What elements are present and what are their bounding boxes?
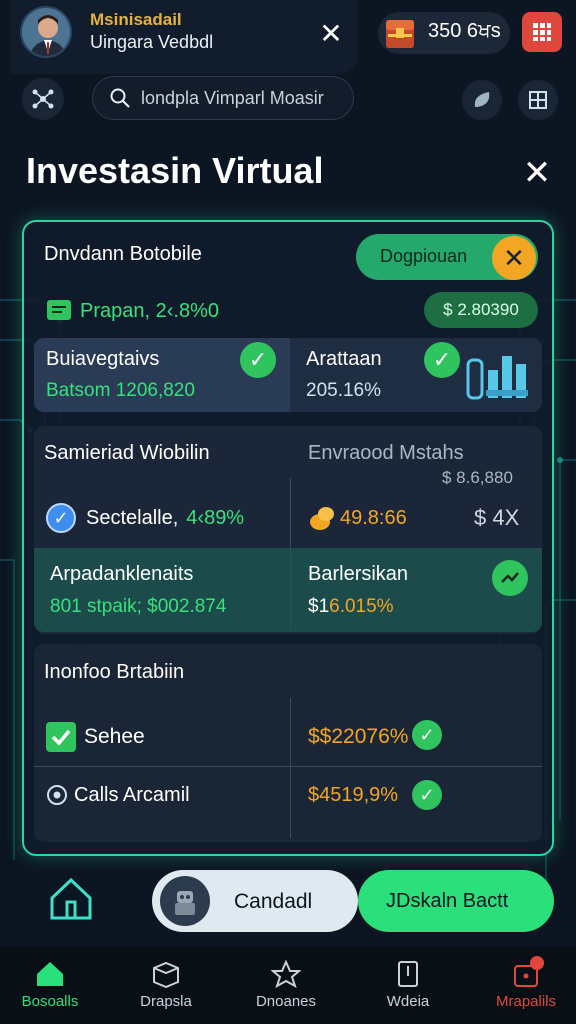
wallet-icon: [46, 298, 72, 322]
box-icon: [153, 961, 179, 989]
search-text: londpla Vimparl Moasir: [141, 87, 324, 108]
portfolio-stat: Prapan, 2‹.8%0: [80, 300, 219, 322]
pin-icon: [46, 784, 68, 806]
avatar[interactable]: [20, 6, 72, 58]
document-icon: [398, 961, 418, 987]
tab-portfolio[interactable]: Drapsla: [116, 960, 216, 1010]
close-icon[interactable]: ✕: [316, 18, 346, 49]
toggle-left-label: Candadl: [234, 890, 313, 913]
info-row2-value: $4519,9%: [308, 784, 399, 806]
divider: [290, 698, 291, 838]
market-title: Samieriad Wiobilin: [44, 442, 210, 464]
check-icon: ✓: [240, 342, 276, 378]
tab-media[interactable]: Wdeia: [358, 960, 458, 1010]
summary-left-value: Batsom 1206,820: [46, 380, 195, 401]
summary-right-label: Arattaan: [306, 348, 382, 370]
info-row2-label: Calls Arcamil: [74, 784, 190, 806]
market-row2-label: Arpadanklenaits: [50, 563, 194, 585]
home-icon: [37, 962, 63, 986]
market-row2-right-prefix: $1: [308, 596, 330, 617]
notification-dot: [530, 956, 544, 970]
tab-label: Wdeia: [386, 993, 430, 1010]
user-name: Msinisadail: [90, 10, 182, 29]
checkbox-icon[interactable]: [46, 722, 76, 752]
page-title: Investasin Virtual: [26, 150, 324, 191]
layout-button[interactable]: [518, 80, 558, 120]
coin-stack-icon: [308, 504, 336, 532]
info-row1-value: $$22076%: [308, 725, 409, 748]
info-title: Inonfoo Brtabiin: [44, 661, 185, 683]
check-icon: ✓: [412, 720, 442, 750]
coin-balance-text: 350 6ਖs: [428, 20, 501, 42]
leaf-icon: [474, 92, 490, 107]
divider: [34, 766, 542, 767]
market-row1-pct: 4‹89%: [186, 507, 245, 529]
market-row2-right: $1 6.015%: [308, 596, 394, 618]
settings-button[interactable]: [22, 78, 64, 120]
layout-icon: [529, 91, 547, 109]
tab-rewards[interactable]: Dnoanes: [236, 959, 336, 1010]
check-icon: ✓: [412, 780, 442, 810]
tab-label: Bosoalls: [21, 993, 79, 1010]
tab-label: Mrapalils: [495, 993, 556, 1010]
portfolio-amount: $ 2.80390: [424, 292, 538, 328]
verified-icon: ✓: [46, 503, 76, 533]
market-right-amount: $ 8.6,880: [442, 468, 513, 487]
tab-home[interactable]: Bosoalls: [0, 960, 100, 1010]
portfolio-title: Dnvdann Botobile: [44, 243, 202, 265]
market-row2-right-value: 6.015%: [329, 596, 394, 617]
summary-left-label: Buiavegtaivs: [46, 348, 160, 370]
dismiss-icon[interactable]: ✕: [492, 236, 536, 280]
divider: [290, 478, 291, 628]
tab-label: Dnoanes: [255, 993, 317, 1010]
info-row1-label: Sehee: [84, 725, 145, 748]
market-row2-right-label: Barlersikan: [308, 563, 409, 585]
tab-label: Drapsla: [140, 993, 192, 1010]
bar-chart-icon: [466, 350, 530, 400]
grid-menu-button[interactable]: [522, 12, 562, 52]
market-row1-right: $ 4X: [474, 505, 520, 530]
star-icon: [270, 959, 302, 989]
portfolio-action-label: Dogpiouan: [380, 246, 468, 266]
market-highlight-row: [34, 548, 542, 632]
close-panel-icon[interactable]: ✕: [520, 154, 554, 192]
toggle-right-label: JDskaln Bactt: [386, 890, 509, 912]
home-button[interactable]: [48, 876, 94, 922]
market-right-title: Envraood Mstahs: [308, 442, 464, 464]
trend-up-icon: [492, 560, 528, 596]
robot-icon[interactable]: [160, 876, 210, 926]
network-icon: [32, 89, 54, 109]
market-row1-mid: 49.8:66: [340, 507, 407, 529]
treasure-chest-icon: [384, 12, 416, 52]
market-row1-label: Sectelalle,: [86, 507, 179, 529]
summary-right-value: 205.16%: [306, 380, 382, 401]
grid-icon: [533, 23, 551, 41]
check-icon: ✓: [424, 342, 460, 378]
user-subtitle: Uingara Vedbdl: [90, 32, 214, 52]
leaf-button[interactable]: [462, 80, 502, 120]
market-row2-value: 801 stpaik; $002.874: [50, 596, 227, 617]
market-row1: Sectelalle, 4‹89%: [86, 507, 244, 530]
search-icon: [110, 88, 130, 108]
home-icon: [50, 877, 92, 920]
search-input[interactable]: londpla Vimparl Moasir: [92, 76, 354, 120]
tab-notifications[interactable]: Mrapalils: [476, 960, 576, 1010]
